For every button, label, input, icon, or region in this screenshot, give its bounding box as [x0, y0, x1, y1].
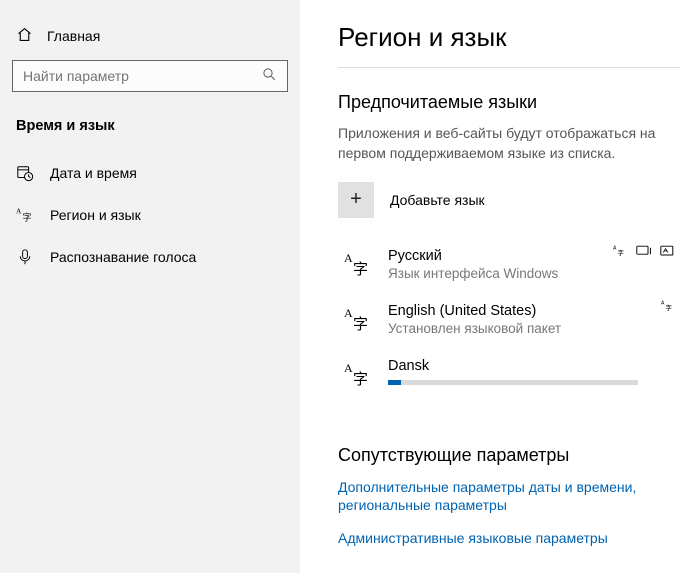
language-icon: A 字: [16, 206, 34, 224]
language-item-english[interactable]: A 字 English (United States) Установлен я…: [338, 295, 680, 350]
svg-text:字: 字: [617, 247, 623, 256]
search-icon: [262, 67, 277, 85]
main-content: Регион и язык Предпочитаемые языки Прило…: [300, 0, 700, 573]
svg-text:A: A: [661, 300, 665, 306]
sidebar-item-label: Регион и язык: [50, 207, 141, 223]
search-input-container[interactable]: [12, 60, 288, 92]
svg-text:A: A: [344, 361, 353, 375]
language-status: Установлен языковой пакет: [388, 321, 680, 336]
sidebar-item-speech[interactable]: Распознавание голоса: [10, 236, 290, 278]
sidebar-item-date-time[interactable]: Дата и время: [10, 152, 290, 194]
plus-icon: +: [338, 182, 374, 218]
language-name: English (United States): [388, 303, 680, 319]
language-name: Dansk: [388, 358, 680, 374]
preferred-languages-desc: Приложения и веб-сайты будут отображатьс…: [338, 123, 680, 164]
sidebar-item-home[interactable]: Главная: [10, 18, 290, 60]
display-language-icon: A 字: [660, 299, 676, 316]
add-language-label: Добавьте язык: [390, 192, 485, 208]
svg-text:字: 字: [353, 316, 368, 333]
sidebar: Главная Время и язык Дата и время A: [0, 0, 300, 573]
language-glyph-icon: A 字: [340, 248, 372, 281]
microphone-icon: [16, 248, 34, 266]
home-label: Главная: [47, 28, 100, 44]
svg-text:字: 字: [23, 212, 32, 223]
language-item-dansk[interactable]: A 字 Dansk: [338, 350, 680, 405]
language-glyph-icon: A 字: [340, 358, 372, 391]
display-language-icon: A 字: [612, 244, 628, 261]
calendar-clock-icon: [16, 164, 34, 182]
svg-text:A: A: [613, 245, 617, 251]
sidebar-item-region-language[interactable]: A 字 Регион и язык: [10, 194, 290, 236]
related-settings-heading: Сопутствующие параметры: [338, 445, 680, 466]
link-additional-date-region[interactable]: Дополнительные параметры даты и времени,…: [338, 478, 680, 516]
divider: [338, 67, 680, 68]
handwriting-icon: [660, 244, 676, 261]
text-to-speech-icon: [636, 244, 652, 261]
add-language-button[interactable]: + Добавьте язык: [338, 182, 680, 218]
svg-text:字: 字: [353, 371, 368, 388]
svg-text:字: 字: [665, 302, 671, 311]
sidebar-item-label: Дата и время: [50, 165, 137, 181]
language-item-russian[interactable]: A 字 Русский Язык интерфейса Windows A 字: [338, 240, 680, 295]
page-title: Регион и язык: [338, 22, 680, 53]
preferred-languages-heading: Предпочитаемые языки: [338, 92, 680, 113]
language-glyph-icon: A 字: [340, 303, 372, 336]
home-icon: [16, 26, 33, 46]
svg-text:A: A: [16, 206, 22, 215]
download-progress-fill: [388, 380, 401, 385]
search-input[interactable]: [23, 68, 262, 84]
link-admin-language-settings[interactable]: Административные языковые параметры: [338, 529, 680, 548]
svg-text:字: 字: [353, 261, 368, 278]
sidebar-item-label: Распознавание голоса: [50, 249, 196, 265]
svg-text:A: A: [344, 251, 353, 265]
sidebar-heading: Время и язык: [10, 114, 290, 152]
download-progress: [388, 380, 638, 385]
svg-text:A: A: [344, 306, 353, 320]
language-status: Язык интерфейса Windows: [388, 266, 680, 281]
